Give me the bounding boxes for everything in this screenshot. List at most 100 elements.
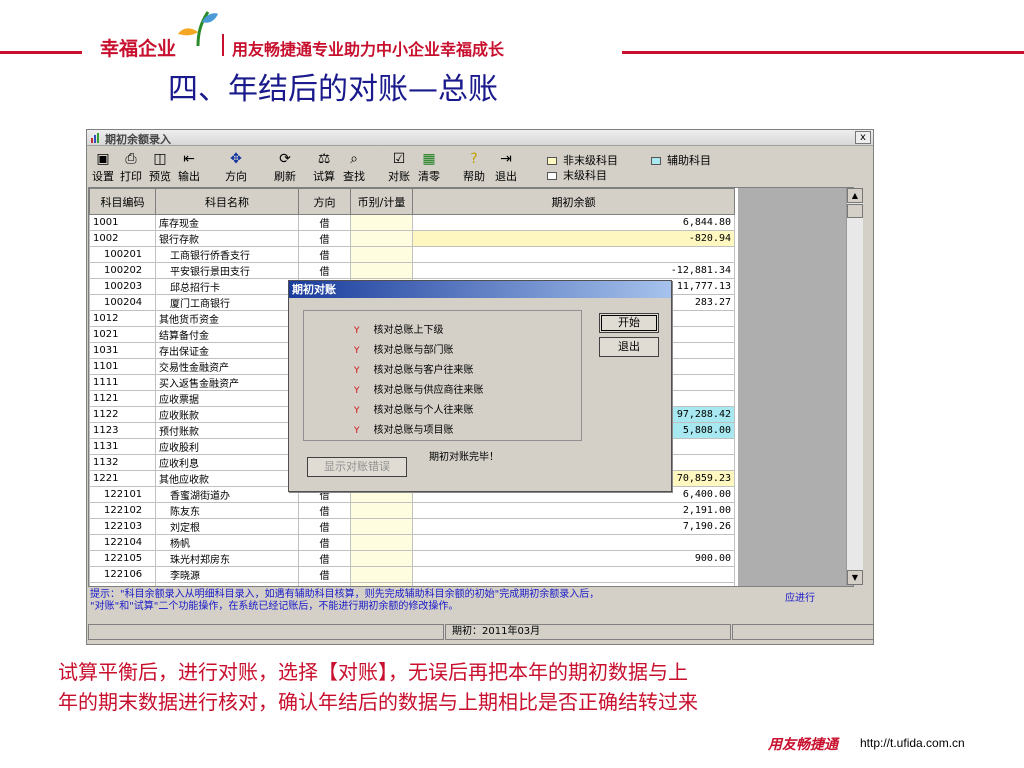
check-item[interactable]: Y 核对总账与项目账 xyxy=(354,421,454,436)
trial-balance-button[interactable]: ⚖ 试算 xyxy=(310,150,338,183)
clear-button[interactable]: ▦ 清零 xyxy=(415,150,443,183)
table-row[interactable]: 100201 工商银行侨香支行借 xyxy=(89,246,735,263)
scroll-thumb[interactable] xyxy=(847,204,863,218)
direction-cell[interactable]: 借 xyxy=(298,214,351,231)
account-code-cell[interactable]: 122102 xyxy=(89,502,156,519)
preview-button[interactable]: ◫ 预览 xyxy=(147,150,173,183)
account-name-cell[interactable]: 银行存款 xyxy=(155,230,299,247)
account-code-cell[interactable]: 122105 xyxy=(89,550,156,567)
account-name-cell[interactable]: 应收股利 xyxy=(155,438,299,455)
account-code-cell[interactable]: 1021 xyxy=(89,326,156,343)
account-code-cell[interactable]: 1111 xyxy=(89,374,156,391)
balance-cell[interactable]: -820.94 xyxy=(412,230,735,247)
currency-cell[interactable] xyxy=(350,230,413,247)
check-item[interactable]: Y 核对总账与个人往来账 xyxy=(354,401,474,416)
col-direction[interactable]: 方向 xyxy=(298,188,351,215)
account-name-cell[interactable]: 珠光村郑房东 xyxy=(155,550,299,567)
account-name-cell[interactable]: 邱总招行卡 xyxy=(155,278,299,295)
balance-cell[interactable]: 10,000.00 xyxy=(412,582,735,586)
account-code-cell[interactable]: 1221 xyxy=(89,470,156,487)
close-button[interactable]: x xyxy=(855,131,871,144)
direction-cell[interactable]: 借 xyxy=(298,534,351,551)
account-name-cell[interactable]: 工商银行侨香支行 xyxy=(155,246,299,263)
check-item[interactable]: Y 核对总账与供应商往来账 xyxy=(354,381,484,396)
account-name-cell[interactable]: 58黄楚珊 xyxy=(155,582,299,586)
account-name-cell[interactable]: 应收利息 xyxy=(155,454,299,471)
account-code-cell[interactable]: 122107 xyxy=(89,582,156,586)
grid-scrollbar[interactable]: ▲ ▼ xyxy=(846,188,863,585)
account-name-cell[interactable]: 平安银行景田支行 xyxy=(155,262,299,279)
scroll-down-icon[interactable]: ▼ xyxy=(847,570,863,585)
account-code-cell[interactable]: 122101 xyxy=(89,486,156,503)
currency-cell[interactable] xyxy=(350,534,413,551)
account-code-cell[interactable]: 1131 xyxy=(89,438,156,455)
account-name-cell[interactable]: 其他货币资金 xyxy=(155,310,299,327)
refresh-button[interactable]: ⟳ 刷新 xyxy=(270,150,300,183)
balance-cell[interactable] xyxy=(412,566,735,583)
account-name-cell[interactable]: 其他应收款 xyxy=(155,470,299,487)
start-button[interactable]: 开始 xyxy=(599,313,659,333)
table-row[interactable]: 122102 陈友东借 2,191.00 xyxy=(89,502,735,519)
direction-cell[interactable]: 借 xyxy=(298,502,351,519)
account-name-cell[interactable]: 陈友东 xyxy=(155,502,299,519)
col-currency[interactable]: 币别/计量 xyxy=(350,188,413,215)
account-code-cell[interactable]: 1121 xyxy=(89,390,156,407)
currency-cell[interactable] xyxy=(350,582,413,586)
table-row[interactable]: 122105 珠光村郑房东借 900.00 xyxy=(89,550,735,567)
currency-cell[interactable] xyxy=(350,214,413,231)
settings-button[interactable]: ▣ 设置 xyxy=(90,150,116,183)
account-code-cell[interactable]: 1031 xyxy=(89,342,156,359)
account-code-cell[interactable]: 122106 xyxy=(89,566,156,583)
print-button[interactable]: ⎙ 打印 xyxy=(118,150,144,183)
account-code-cell[interactable]: 1002 xyxy=(89,230,156,247)
scroll-up-icon[interactable]: ▲ xyxy=(847,188,863,203)
exit-button[interactable]: ⇥ 退出 xyxy=(492,150,520,183)
direction-cell[interactable]: 借 xyxy=(298,518,351,535)
account-code-cell[interactable]: 1132 xyxy=(89,454,156,471)
account-name-cell[interactable]: 刘定根 xyxy=(155,518,299,535)
direction-cell[interactable]: 借 xyxy=(298,566,351,583)
check-item[interactable]: Y 核对总账与客户往来账 xyxy=(354,361,474,376)
footer-url[interactable]: http://t.ufida.com.cn xyxy=(860,736,965,750)
account-name-cell[interactable]: 厦门工商银行 xyxy=(155,294,299,311)
account-name-cell[interactable]: 买入返售金融资产 xyxy=(155,374,299,391)
check-item[interactable]: Y 核对总账上下级 xyxy=(354,321,444,336)
currency-cell[interactable] xyxy=(350,502,413,519)
direction-button[interactable]: ✥ 方向 xyxy=(221,150,251,183)
table-row[interactable]: 1002 银行存款借 -820.94 xyxy=(89,230,735,247)
direction-cell[interactable]: 借 xyxy=(298,246,351,263)
table-row[interactable]: 12210758黄楚珊借 10,000.00 xyxy=(89,582,735,586)
account-code-cell[interactable]: 100204 xyxy=(89,294,156,311)
table-row[interactable]: 122104 杨帆借 xyxy=(89,534,735,551)
account-name-cell[interactable]: 预付账款 xyxy=(155,422,299,439)
currency-cell[interactable] xyxy=(350,246,413,263)
col-code[interactable]: 科目编码 xyxy=(89,188,156,215)
export-button[interactable]: ⇤ 输出 xyxy=(176,150,202,183)
show-errors-button[interactable]: 显示对账错误 xyxy=(307,457,407,477)
balance-cell[interactable]: 7,190.26 xyxy=(412,518,735,535)
account-code-cell[interactable]: 100202 xyxy=(89,262,156,279)
currency-cell[interactable] xyxy=(350,262,413,279)
table-row[interactable]: 122106 李晓源借 xyxy=(89,566,735,583)
direction-cell[interactable]: 借 xyxy=(298,230,351,247)
account-code-cell[interactable]: 100201 xyxy=(89,246,156,263)
account-code-cell[interactable]: 122104 xyxy=(89,534,156,551)
currency-cell[interactable] xyxy=(350,518,413,535)
col-opening-balance[interactable]: 期初余额 xyxy=(412,188,735,215)
account-name-cell[interactable]: 存出保证金 xyxy=(155,342,299,359)
col-name[interactable]: 科目名称 xyxy=(155,188,299,215)
balance-cell[interactable]: 2,191.00 xyxy=(412,502,735,519)
balance-cell[interactable]: 900.00 xyxy=(412,550,735,567)
table-row[interactable]: 1001 库存现金借 6,844.80 xyxy=(89,214,735,231)
direction-cell[interactable]: 借 xyxy=(298,550,351,567)
table-row[interactable]: 100202 平安银行景田支行借 -12,881.34 xyxy=(89,262,735,279)
dialog-title[interactable]: 期初对账 xyxy=(289,281,671,298)
account-code-cell[interactable]: 1001 xyxy=(89,214,156,231)
account-name-cell[interactable]: 李晓源 xyxy=(155,566,299,583)
account-code-cell[interactable]: 1012 xyxy=(89,310,156,327)
account-name-cell[interactable]: 杨帆 xyxy=(155,534,299,551)
account-code-cell[interactable]: 1101 xyxy=(89,358,156,375)
account-name-cell[interactable]: 应收票据 xyxy=(155,390,299,407)
account-code-cell[interactable]: 100203 xyxy=(89,278,156,295)
balance-cell[interactable] xyxy=(412,534,735,551)
